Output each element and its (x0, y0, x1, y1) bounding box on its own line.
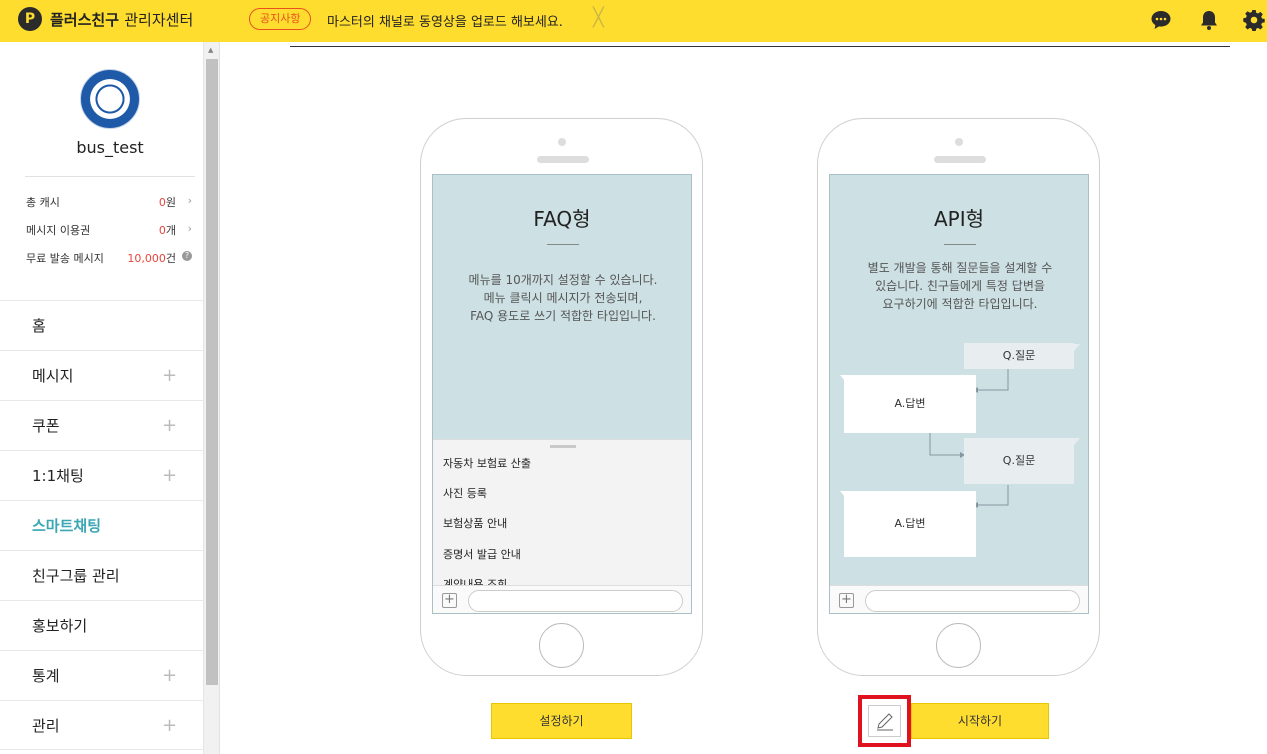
plus-icon[interactable]: + (162, 701, 177, 751)
stat-value: 10,000건 (127, 252, 176, 265)
faq-title: FAQ형 (533, 207, 591, 231)
faq-menu-panel: 자동차 보험료 산출 사진 등록 보험상품 안내 증명서 발급 안내 계약내용 … (433, 439, 691, 591)
answer-bubble: A.답변 (844, 375, 976, 433)
stat-label: 메시지 이용권 (26, 224, 91, 237)
stat-total-cash[interactable]: 총 캐시 0원 › (26, 194, 194, 210)
sidebar-item-coupon[interactable]: 쿠폰 + (0, 400, 204, 450)
faq-setup-button[interactable]: 설정하기 (491, 703, 632, 739)
sidebar-item-label: 관리 (32, 717, 60, 735)
plus-icon[interactable]: + (162, 351, 177, 401)
title-rule (547, 244, 579, 245)
sidebar-item-label: 친구그룹 관리 (32, 567, 120, 585)
chat-input-bar: + (433, 585, 691, 613)
faq-description: 메뉴를 10개까지 설정할 수 있습니다. 메뉴 클릭시 메시지가 전송되며, … (468, 273, 658, 323)
chat-input-field (468, 590, 683, 612)
menu-item: 보험상품 안내 (443, 517, 508, 530)
help-icon[interactable]: ? (182, 251, 192, 261)
menu-item: 사진 등록 (443, 487, 487, 500)
api-screen: API형 별도 개발을 통해 질문들을 설계할 수 있습니다. 친구들에게 특정… (829, 174, 1089, 614)
stat-label: 총 캐시 (26, 196, 60, 209)
chevron-right-icon[interactable]: › (188, 194, 192, 207)
faq-screen: FAQ형 메뉴를 10개까지 설정할 수 있습니다. 메뉴 클릭시 메시지가 전… (432, 174, 692, 614)
sidebar-item-home[interactable]: 홈 (0, 300, 204, 350)
phone-camera (558, 138, 566, 146)
phone-speaker (934, 156, 986, 163)
chat-icon[interactable] (1150, 9, 1172, 31)
phone-camera (955, 138, 963, 146)
phone-home-button (936, 623, 981, 668)
close-icon[interactable]: ╳ (593, 7, 604, 28)
plus-icon[interactable]: + (162, 451, 177, 501)
sidebar-divider (25, 176, 195, 177)
plus-icon: + (442, 593, 457, 608)
notice-badge[interactable]: 공지사항 (249, 8, 312, 30)
avatar[interactable] (80, 69, 140, 129)
notice-text[interactable]: 마스터의 채널로 동영상을 업로드 해보세요. (327, 11, 563, 30)
app-title-light: 관리자센터 (124, 11, 194, 29)
sidebar-item-stats[interactable]: 통계 + (0, 650, 204, 700)
app-title[interactable]: 플러스친구 관리자센터 (50, 9, 193, 30)
stat-value: 0원 (158, 196, 176, 209)
sidebar-item-promotion[interactable]: 홍보하기 (0, 600, 204, 650)
scroll-up-icon[interactable]: ▲ (208, 46, 213, 54)
sidebar-item-smart-chat[interactable]: 스마트채팅 (0, 500, 204, 550)
content-divider (290, 46, 1230, 47)
api-start-button[interactable]: 시작하기 (911, 703, 1049, 739)
sidebar-item-label: 홍보하기 (32, 617, 88, 635)
stat-label: 무료 발송 메시지 (26, 252, 104, 265)
sidebar-item-label: 메시지 (32, 367, 74, 385)
menu-item: 자동차 보험료 산출 (443, 457, 531, 470)
phone-home-button (539, 623, 584, 668)
stat-free-messages: 무료 발송 메시지 10,000건 ? (26, 250, 194, 266)
sidebar-item-manage[interactable]: 관리 + (0, 700, 204, 750)
username: bus_test (76, 138, 144, 157)
api-phone-mockup: API형 별도 개발을 통해 질문들을 설계할 수 있습니다. 친구들에게 특정… (817, 118, 1100, 676)
sidebar-item-label: 1:1채팅 (32, 467, 84, 485)
sidebar-item-label: 쿠폰 (32, 417, 60, 435)
answer-bubble: A.답변 (844, 491, 976, 557)
sidebar-item-label: 통계 (32, 667, 60, 685)
pencil-icon (877, 713, 893, 731)
menu-handle (550, 445, 576, 448)
chevron-right-icon[interactable]: › (188, 222, 192, 235)
stat-value: 0개 (158, 224, 176, 237)
sidebar: bus_test 총 캐시 0원 › 메시지 이용권 0개 › 무료 발송 메시… (0, 42, 204, 754)
sidebar-item-message[interactable]: 메시지 + (0, 350, 204, 400)
question-bubble: Q.질문 (964, 438, 1074, 484)
chat-input-bar: + (830, 585, 1088, 613)
plus-icon[interactable]: + (162, 651, 177, 701)
plusfriend-logo-icon[interactable]: P (18, 7, 42, 31)
chat-input-field (865, 590, 1080, 612)
app-title-bold: 플러스친구 (50, 11, 120, 29)
sidebar-item-friend-group[interactable]: 친구그룹 관리 (0, 550, 204, 600)
plus-icon[interactable]: + (162, 401, 177, 451)
plus-icon: + (839, 593, 854, 608)
question-bubble: Q.질문 (964, 343, 1074, 369)
top-bar: P 플러스친구 관리자센터 공지사항 마스터의 채널로 동영상을 업로드 해보세… (0, 0, 1267, 42)
sidebar-scrollbar[interactable]: ▲ (204, 42, 220, 754)
sidebar-item-chat[interactable]: 1:1채팅 + (0, 450, 204, 500)
sidebar-item-label: 홈 (32, 317, 46, 335)
scroll-thumb[interactable] (206, 59, 218, 685)
bell-icon[interactable] (1198, 9, 1220, 31)
phone-speaker (537, 156, 589, 163)
edit-highlight (858, 695, 911, 747)
sidebar-item-label: 스마트채팅 (32, 517, 102, 535)
menu-item: 증명서 발급 안내 (443, 548, 521, 561)
faq-phone-mockup: FAQ형 메뉴를 10개까지 설정할 수 있습니다. 메뉴 클릭시 메시지가 전… (420, 118, 703, 676)
gear-icon[interactable] (1243, 9, 1265, 31)
edit-button[interactable] (868, 705, 901, 737)
stat-message-voucher[interactable]: 메시지 이용권 0개 › (26, 222, 194, 238)
